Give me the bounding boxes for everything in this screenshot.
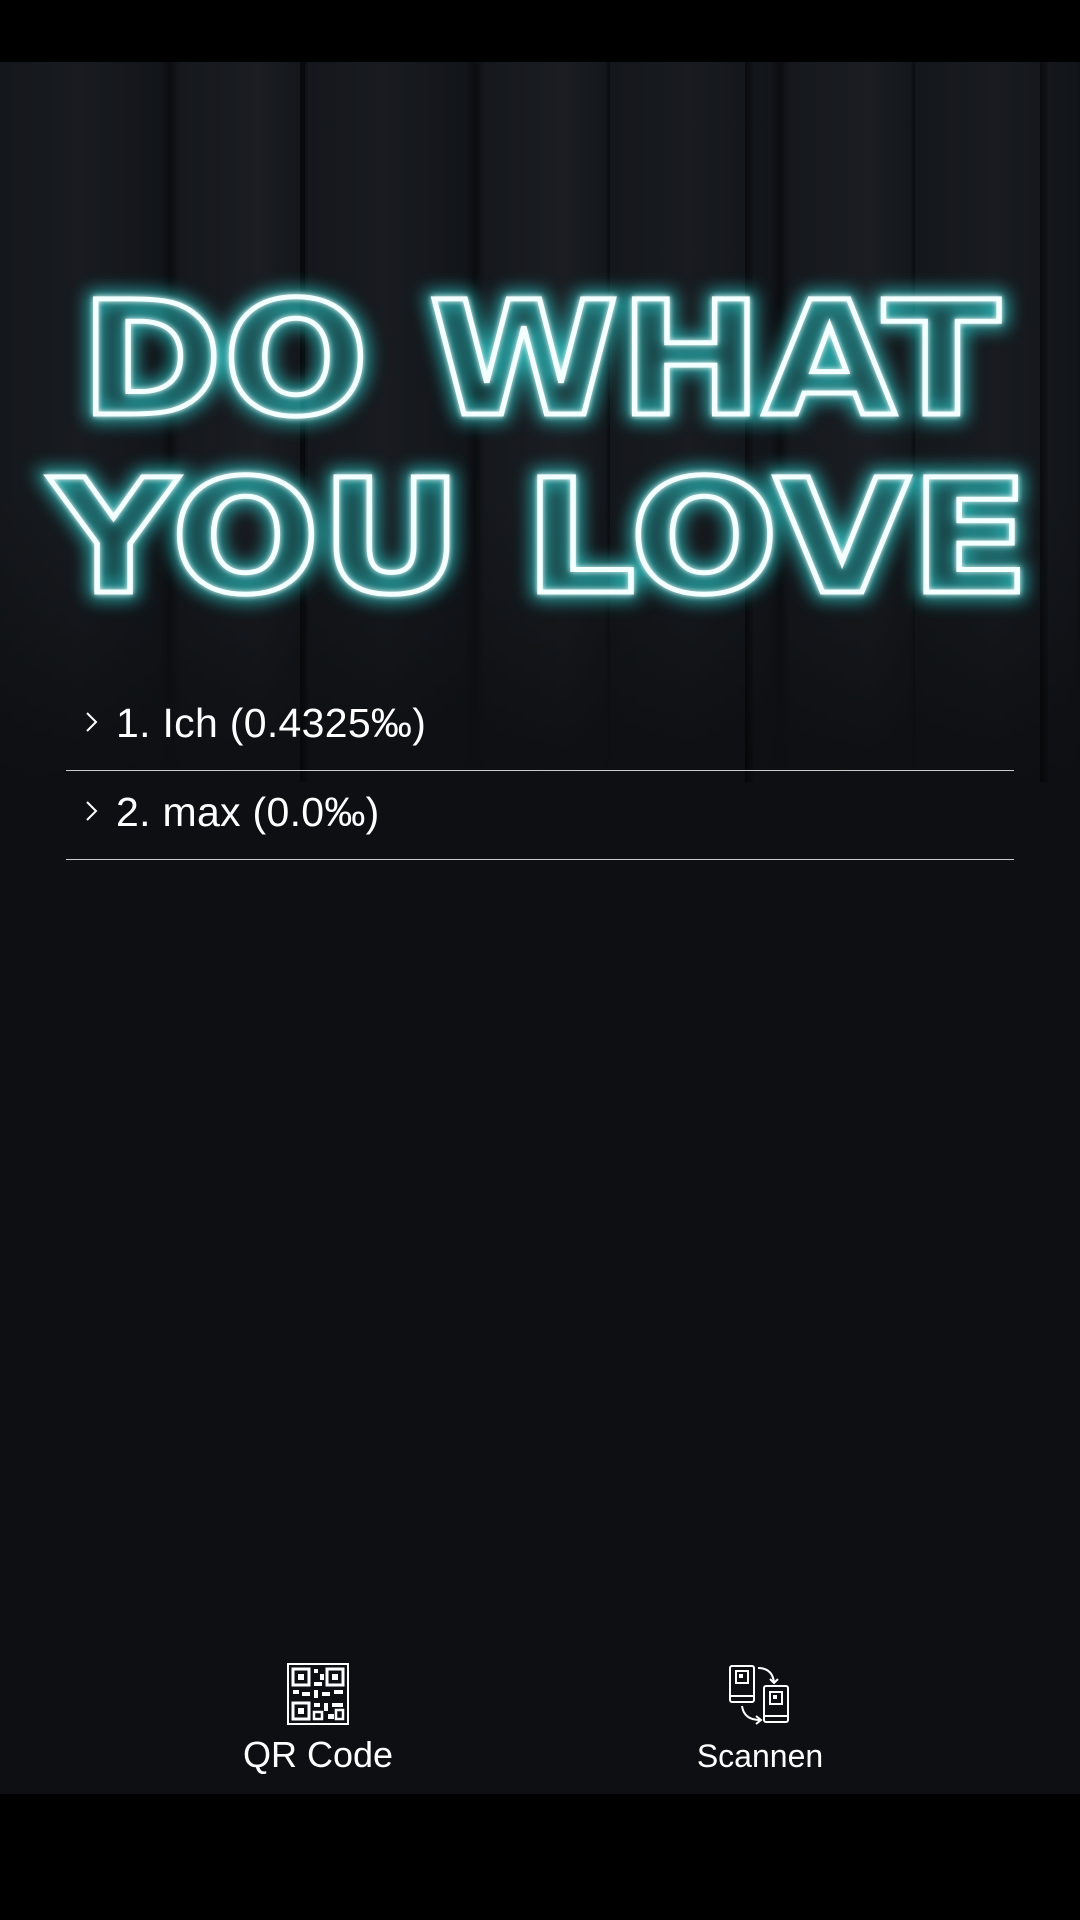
qr-code-label: QR Code	[242, 1734, 394, 1775]
neon-sign-image: DO WHAT DO WHAT YOU LOVE YOU LOVE	[0, 62, 1080, 782]
list-item-label: 1. Ich (0.4325‰)	[116, 699, 427, 746]
qr-code-icon	[287, 1663, 349, 1725]
device-sync-icon	[729, 1665, 789, 1725]
scan-label: Scannen	[696, 1738, 824, 1774]
status-bar	[0, 0, 1080, 62]
neon-sign: DO WHAT DO WHAT YOU LOVE YOU LOVE	[41, 261, 1037, 637]
screen: DO WHAT DO WHAT YOU LOVE YOU LOVE 1. Ich…	[0, 0, 1080, 1920]
app-content: DO WHAT DO WHAT YOU LOVE YOU LOVE 1. Ich…	[0, 62, 1080, 1794]
list-item-label: 2. max (0.0‰)	[116, 788, 380, 835]
neon-line-1: DO WHAT	[80, 268, 1000, 452]
navigation-bar	[0, 1794, 1080, 1920]
neon-line-2: YOU LOVE	[48, 446, 1030, 630]
player-list: 1. Ich (0.4325‰) 2. max (0.0‰)	[66, 682, 1014, 860]
chevron-right-icon	[66, 710, 116, 734]
qr-code-button[interactable]: QR Code	[188, 1662, 448, 1782]
list-item[interactable]: 2. max (0.0‰)	[66, 771, 1014, 860]
list-item[interactable]: 1. Ich (0.4325‰)	[66, 682, 1014, 771]
chevron-right-icon	[66, 799, 116, 823]
scan-button[interactable]: Scannen	[630, 1662, 890, 1782]
